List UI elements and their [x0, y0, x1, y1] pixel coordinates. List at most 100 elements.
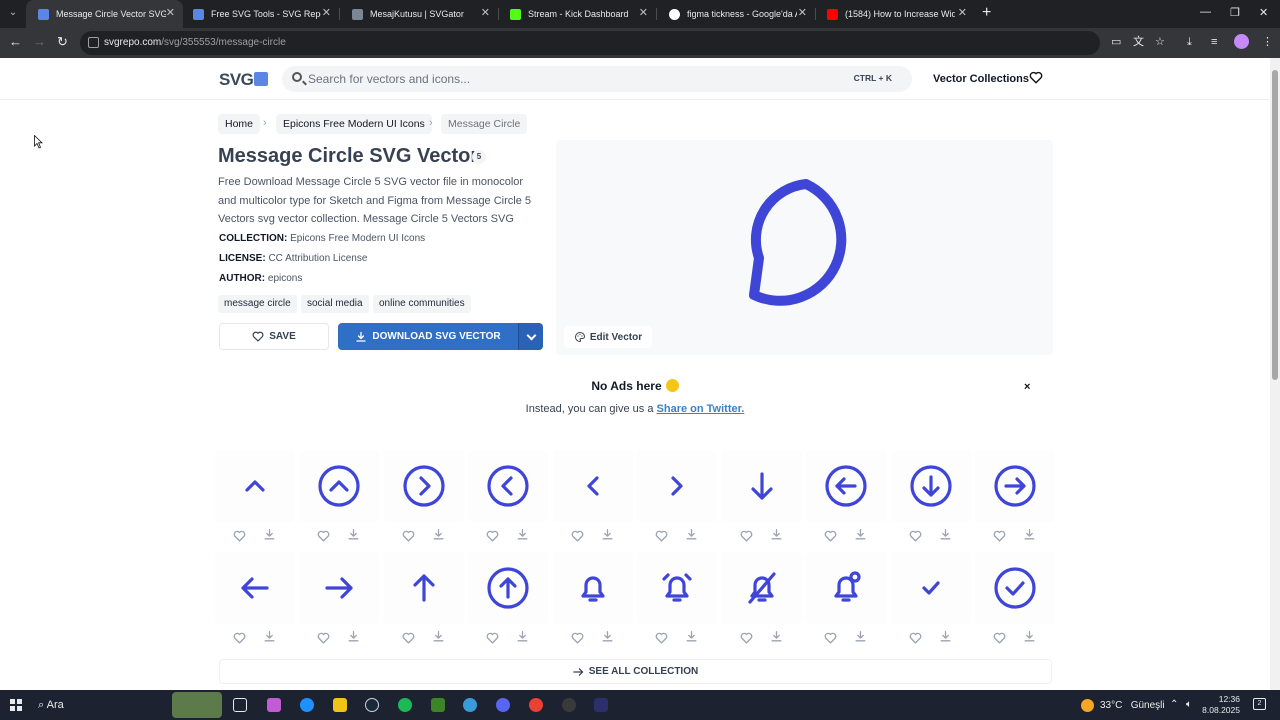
tab-search-icon[interactable]: ⌄	[4, 4, 22, 22]
app-icon[interactable]	[594, 698, 608, 712]
app-icon[interactable]	[463, 698, 477, 712]
tab-svgator[interactable]: MesajKutusu | SVGator ✕	[340, 0, 498, 28]
icon-card-circle-chevron-left[interactable]	[468, 450, 549, 522]
favorite-heart-icon[interactable]	[233, 631, 246, 649]
tab-free-svg-tools[interactable]: Free SVG Tools - SVG Repo ✕	[181, 0, 339, 28]
download-icon[interactable]	[770, 528, 783, 546]
favorite-heart-icon[interactable]	[571, 631, 584, 649]
scrollbar-thumb[interactable]	[1272, 70, 1278, 380]
favorite-heart-icon[interactable]	[824, 631, 837, 649]
edit-vector-button[interactable]: Edit Vector	[564, 326, 652, 348]
search-bar[interactable]: CTRL + K	[282, 66, 912, 92]
windows-start-icon[interactable]	[10, 699, 22, 711]
menu-dots-icon[interactable]: ⋮	[1262, 36, 1273, 48]
download-icon[interactable]	[601, 630, 614, 648]
edge-icon[interactable]	[300, 698, 314, 712]
steam-icon[interactable]	[365, 698, 379, 712]
download-icon[interactable]	[516, 528, 529, 546]
download-icon[interactable]	[347, 528, 360, 546]
reload-icon[interactable]: ↻	[57, 35, 68, 49]
search-input[interactable]	[308, 69, 808, 89]
download-icon[interactable]	[516, 630, 529, 648]
taskbar-search[interactable]: ⌕ Ara	[38, 699, 64, 712]
download-icon[interactable]	[939, 528, 952, 546]
close-ad-button[interactable]: ×	[1024, 381, 1030, 393]
close-tab-icon[interactable]: ✕	[958, 8, 967, 19]
close-window-icon[interactable]: ✕	[1259, 6, 1268, 19]
icon-card-bell-ringing[interactable]	[637, 552, 718, 624]
icon-card-circle-arrow-right[interactable]	[974, 450, 1055, 522]
favorite-heart-icon[interactable]	[909, 529, 922, 547]
bookmark-star-icon[interactable]: ☆	[1155, 36, 1165, 48]
icon-card-chevron-right[interactable]	[637, 450, 718, 522]
close-tab-icon[interactable]: ✕	[481, 8, 490, 19]
download-icon[interactable]	[347, 630, 360, 648]
icon-card-arrow-down[interactable]	[721, 450, 802, 522]
icon-card-bell[interactable]	[552, 552, 633, 624]
download-icon[interactable]	[432, 528, 445, 546]
favorite-heart-icon[interactable]	[402, 529, 415, 547]
volume-icon[interactable]: 🔈︎	[1186, 699, 1192, 710]
favorite-heart-icon[interactable]	[909, 631, 922, 649]
collection-link[interactable]: Epicons Free Modern UI Icons	[290, 233, 425, 244]
icon-card-chevron-up[interactable]	[215, 450, 295, 522]
page-scrollbar[interactable]	[1270, 58, 1280, 690]
favorite-heart-icon[interactable]	[740, 529, 753, 547]
download-icon[interactable]	[854, 630, 867, 648]
icon-card-arrow-right[interactable]	[299, 552, 380, 624]
obs-icon[interactable]	[562, 698, 576, 712]
icon-card-circle-arrow-up[interactable]	[468, 552, 549, 624]
favorite-heart-icon[interactable]	[486, 631, 499, 649]
tag-message-circle[interactable]: message circle	[218, 295, 297, 313]
tag-online-communities[interactable]: online communities	[373, 295, 471, 313]
taskbar-widget-image[interactable]	[172, 692, 222, 718]
discord-icon[interactable]	[496, 698, 510, 712]
favorite-heart-icon[interactable]	[486, 529, 499, 547]
tab-google-search[interactable]: figma tickness - Google'da Ara ✕	[657, 0, 815, 28]
media-control-icon[interactable]: ≡	[1211, 36, 1217, 48]
chrome-icon[interactable]	[529, 698, 543, 712]
icon-card-check[interactable]	[890, 552, 971, 624]
translate-icon[interactable]: 文	[1133, 36, 1144, 48]
breadcrumb-collection[interactable]: Epicons Free Modern UI Icons	[276, 114, 432, 134]
profile-avatar[interactable]	[1234, 34, 1249, 49]
icon-card-circle-chevron-up[interactable]	[299, 450, 380, 522]
download-svg-button[interactable]: DOWNLOAD SVG VECTOR	[338, 323, 518, 350]
favorite-heart-icon[interactable]	[317, 529, 330, 547]
breadcrumb-home[interactable]: Home	[218, 114, 261, 134]
close-tab-icon[interactable]: ✕	[639, 8, 648, 19]
icon-card-chevron-left[interactable]	[552, 450, 633, 522]
weather-sun-icon[interactable]	[1081, 699, 1094, 712]
favorite-heart-icon[interactable]	[571, 529, 584, 547]
file-explorer-icon[interactable]	[333, 698, 347, 712]
author-link[interactable]: epicons	[268, 273, 302, 284]
favorite-heart-icon[interactable]	[317, 631, 330, 649]
site-info-icon[interactable]	[88, 37, 99, 48]
system-clock[interactable]: 12:36 8.08.2025	[1200, 694, 1240, 716]
tag-social-media[interactable]: social media	[301, 295, 369, 313]
favorite-heart-icon[interactable]	[993, 529, 1006, 547]
icon-card-circle-arrow-down[interactable]	[890, 450, 971, 522]
save-button[interactable]: SAVE	[219, 323, 329, 350]
tab-kick-dashboard[interactable]: Stream - Kick Dashboard ✕	[498, 0, 656, 28]
icon-card-arrow-left[interactable]	[215, 552, 295, 624]
share-twitter-link[interactable]: Share on Twitter.	[657, 403, 745, 415]
favorite-heart-icon[interactable]	[655, 631, 668, 649]
download-icon[interactable]	[263, 630, 276, 648]
favorite-heart-icon[interactable]	[993, 631, 1006, 649]
copilot-icon[interactable]	[267, 698, 281, 712]
download-icon[interactable]	[770, 630, 783, 648]
task-view-icon[interactable]	[233, 698, 247, 712]
download-icon[interactable]	[263, 528, 276, 546]
license-link[interactable]: CC Attribution License	[268, 253, 367, 264]
favorite-heart-icon[interactable]	[402, 631, 415, 649]
tab-message-circle[interactable]: Message Circle Vector SVG Icon ✕	[26, 0, 183, 28]
restore-icon[interactable]: ❐	[1230, 6, 1240, 19]
favorite-heart-icon[interactable]	[824, 529, 837, 547]
download-icon[interactable]	[685, 528, 698, 546]
icon-card-bell-off[interactable]	[721, 552, 802, 624]
notification-icon[interactable]: 2	[1253, 698, 1266, 710]
favorite-heart-icon[interactable]	[740, 631, 753, 649]
vector-collections-link[interactable]: Vector Collections	[933, 73, 1029, 85]
download-icon[interactable]	[1023, 630, 1036, 648]
